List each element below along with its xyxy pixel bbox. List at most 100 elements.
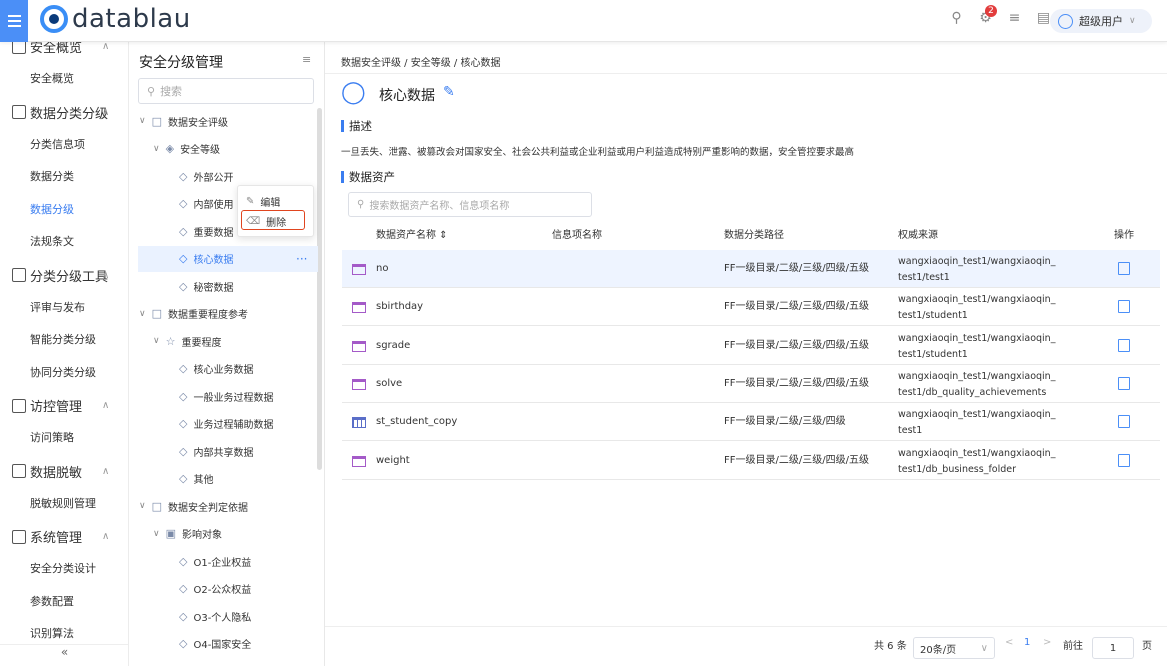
nav-group[interactable]: 安全概览 ∧ xyxy=(0,42,128,63)
column-header-asset-name[interactable]: 数据资产名称 ⇕ xyxy=(376,224,448,248)
source-line-2: test1/test1 xyxy=(898,272,950,283)
user-menu-button[interactable]: 超级用户 ∨ xyxy=(1050,9,1152,33)
tree-node[interactable]: ◇ O1-企业权益 xyxy=(179,548,251,574)
more-options-icon[interactable]: ··· xyxy=(296,252,307,266)
nav-item[interactable]: 参数配置 xyxy=(0,586,128,619)
table-row[interactable]: sgrade FF一级目录/二级/三级/四级/五级 wangxiaoqin_test… xyxy=(342,327,1160,365)
nav-item[interactable]: 访问策略 xyxy=(0,422,128,455)
nav-group[interactable]: 访控管理 ∧ xyxy=(0,389,128,422)
chevron-down-icon[interactable]: ∨ xyxy=(153,144,160,154)
tree-node[interactable]: ∨ ◈ 安全等级 xyxy=(153,136,220,162)
table-icon xyxy=(352,340,366,352)
tree-node[interactable]: ◇ 秘密数据 xyxy=(179,273,233,299)
chevron-down-icon[interactable]: ∨ xyxy=(153,529,160,539)
nav-item[interactable]: 分类信息项 xyxy=(0,129,128,162)
tree-node[interactable]: ◇ O4-国家安全 xyxy=(179,631,251,657)
asset-search-input[interactable]: ⚲ 搜索数据资产名称、信息项名称 xyxy=(348,192,592,217)
tree-node[interactable]: ◇ O3-个人隐私 xyxy=(179,603,251,629)
chevron-down-icon[interactable]: ∨ xyxy=(139,309,146,319)
tree-node[interactable]: ∨ □ 数据安全判定依据 xyxy=(139,493,248,519)
nav-group[interactable]: 系统管理 ∧ xyxy=(0,520,128,553)
view-detail-icon[interactable] xyxy=(1118,300,1130,314)
nav-group-icon xyxy=(12,464,26,478)
menu-toggle-button[interactable] xyxy=(0,0,28,42)
view-detail-icon[interactable] xyxy=(1118,338,1130,352)
page-title: 核心数据 xyxy=(379,88,435,104)
nav-item[interactable]: 智能分类分级 xyxy=(0,324,128,357)
tag-icon: ◇ xyxy=(179,609,188,623)
table-row[interactable]: weight FF一级目录/二级/三级/四级/五级 wangxiaoqin_test… xyxy=(342,442,1160,480)
tree-node[interactable]: ◇ 内部共享数据 xyxy=(179,438,253,464)
nav-item[interactable]: 数据分级 xyxy=(0,194,128,227)
source-line-2: test1/student1 xyxy=(898,348,968,360)
bell-icon[interactable]: ⚙ 2 xyxy=(977,5,997,27)
tree-node[interactable]: ∨ ▣ 影响对象 xyxy=(153,521,222,547)
page-number-current[interactable]: 1 xyxy=(1024,637,1030,648)
tree-search-input[interactable]: ⚲ 搜索 xyxy=(138,78,314,104)
edit-title-icon[interactable]: ✎ xyxy=(443,84,455,100)
nav-group[interactable]: 数据脱敏 ∧ xyxy=(0,455,128,488)
tree-node[interactable]: ◇ 核心数据 ··· xyxy=(138,245,318,272)
tree-scrollbar[interactable] xyxy=(317,108,322,470)
nav-group[interactable]: 分类分级工具 ∧ xyxy=(0,259,128,292)
cell-source: wangxiaoqin_test1/wangxiaoqin_ test1 xyxy=(898,407,1073,439)
layers-icon[interactable]: ≡ xyxy=(1006,10,1023,27)
search-icon[interactable]: ⚲ xyxy=(948,10,965,27)
cell-path: FF一级目录/二级/三级/四级/五级 xyxy=(724,263,869,274)
tree-node[interactable]: ∨ □ 数据重要程度参考 xyxy=(139,301,248,327)
next-page-icon[interactable]: > xyxy=(1043,637,1051,648)
tag-icon: ◇ xyxy=(179,224,188,238)
table-row[interactable]: sbirthday FF一级目录/二级/三级/四级/五级 wangxiaoqin_t… xyxy=(342,288,1160,327)
tree-node[interactable]: ◇ 其他 xyxy=(179,466,213,492)
delete-menu-item[interactable]: ⌫ 删除 xyxy=(246,212,286,230)
nav-item[interactable]: 安全分类设计 xyxy=(0,553,128,586)
tree-node[interactable]: ∨ ☆ 重要程度 xyxy=(153,328,221,354)
tree-node[interactable]: ∨ □ 数据安全评级 xyxy=(139,108,228,134)
tree-node[interactable]: ◇ 重要数据 xyxy=(179,218,233,244)
chevron-down-icon[interactable]: ∨ xyxy=(153,336,160,346)
nav-item[interactable]: 数据分类 xyxy=(0,161,128,194)
collapse-panel-icon[interactable]: ≡ xyxy=(302,53,311,66)
left-navigation: 安全概览 ∧ 安全概览 数据分类分级 ∧ 分类信息项 数据分类 数据分级 法规条文 分类分级工具 ∧… xyxy=(0,42,129,666)
description-text: 一旦丢失、泄露、被篡改会对国家安全、社会公共利益或企业利益或用户利益造成特别严重… xyxy=(341,147,855,158)
nav-item[interactable]: 法规条文 xyxy=(0,226,128,259)
tree-node[interactable]: ◇ 一般业务过程数据 xyxy=(179,383,273,409)
nav-group-icon xyxy=(12,529,26,544)
description-heading-text: 描述 xyxy=(349,119,372,133)
user-name: 超级用户 xyxy=(1079,15,1123,28)
chevron-down-icon[interactable]: ∨ xyxy=(139,116,146,126)
nav-item[interactable]: 协同分类分级 xyxy=(0,357,128,390)
tree-node[interactable]: ◇ O2-公众权益 xyxy=(179,576,251,602)
view-detail-icon[interactable] xyxy=(1118,415,1130,429)
table-row[interactable]: st_student_copy FF一级目录/二级/三级/四级 wangxiaoqi… xyxy=(342,403,1160,442)
prev-page-icon[interactable]: < xyxy=(1005,637,1013,648)
search-icon: ⚲ xyxy=(147,84,156,98)
tag-icon: ◇ xyxy=(179,279,188,293)
nav-item[interactable]: 评审与发布 xyxy=(0,292,128,325)
goto-page-input[interactable]: 1 xyxy=(1092,637,1134,659)
view-detail-icon[interactable] xyxy=(1118,376,1130,390)
tree-node-label: 影响对象 xyxy=(182,530,222,541)
view-detail-icon[interactable] xyxy=(1118,262,1130,275)
cell-source: wangxiaoqin_test1/wangxiaoqin_ test1/stud… xyxy=(898,292,1073,324)
nav-group-icon xyxy=(12,105,26,119)
nav-group[interactable]: 数据分类分级 ∧ xyxy=(0,96,128,129)
nav-item[interactable]: 脱敏规则管理 xyxy=(0,488,128,521)
view-detail-icon[interactable] xyxy=(1118,453,1130,467)
edit-menu-item[interactable]: ✎ 编辑 xyxy=(246,192,280,210)
pagination-bar: 共 6 条 20条/页 ∨ < 1 > 前往 1 页 xyxy=(325,626,1167,666)
cell-source: wangxiaoqin_test1/wangxiaoqin_ test1/stud… xyxy=(898,331,1073,363)
tree-node[interactable]: ◇ 外部公开 xyxy=(179,163,233,189)
table-row[interactable]: solve FF一级目录/二级/三级/四级/五级 wangxiaoqin_test1… xyxy=(342,365,1160,403)
search-icon: ⚲ xyxy=(357,199,365,210)
table-icon xyxy=(352,378,366,390)
tree-node[interactable]: ◇ 核心业务数据 xyxy=(179,356,253,382)
tag-icon: ◇ xyxy=(179,637,188,650)
page-size-select[interactable]: 20条/页 ∨ xyxy=(913,637,995,659)
tree-node[interactable]: ◇ 内部使用 xyxy=(179,191,233,217)
collapse-nav-button[interactable]: « xyxy=(0,644,128,666)
tree-node[interactable]: ◇ 业务过程辅助数据 xyxy=(179,411,273,437)
chevron-down-icon[interactable]: ∨ xyxy=(139,501,146,511)
table-row[interactable]: no FF一级目录/二级/三级/四级/五级 wangxiaoqin_test1/wa… xyxy=(342,250,1160,288)
nav-item[interactable]: 安全概览 xyxy=(0,63,128,96)
